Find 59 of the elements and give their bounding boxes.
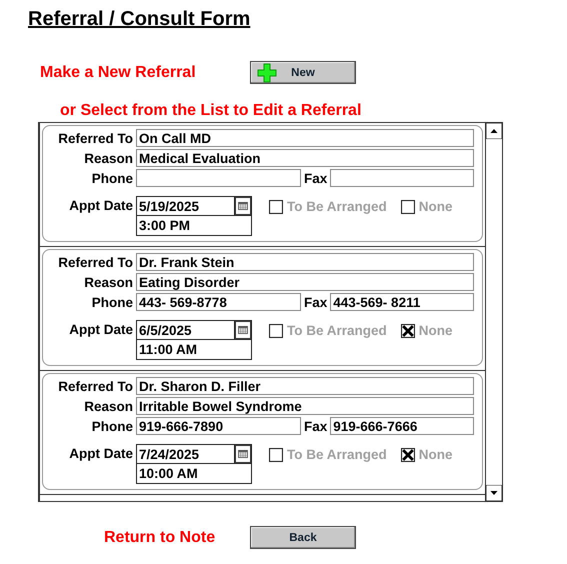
calendar-icon[interactable] (234, 196, 252, 216)
checkbox[interactable] (269, 324, 283, 338)
input-field[interactable]: Irritable Bowel Syndrome (136, 397, 474, 415)
field-label: Appt Date (68, 197, 133, 213)
checkbox-label: None (418, 199, 453, 214)
input-field[interactable]: Medical Evaluation (136, 149, 474, 167)
input-field[interactable]: 443-569- 8211 (330, 293, 474, 311)
input-field[interactable]: On Call MD (136, 129, 474, 147)
checkbox[interactable] (400, 200, 415, 214)
field-label: Referred To (57, 378, 133, 394)
field-label: Reason (83, 398, 133, 414)
field-label: Referred To (57, 130, 133, 146)
field-label: Fax (304, 294, 328, 310)
input-field[interactable]: Dr. Frank Stein (136, 253, 474, 271)
checkbox-label: To Be Arranged (287, 447, 387, 462)
referral-list[interactable] (38, 122, 503, 502)
input-field[interactable]: Eating Disorder (136, 273, 474, 291)
date-field[interactable]: 5/19/2025 (136, 196, 234, 216)
calendar-icon[interactable] (234, 444, 252, 464)
plus-icon (257, 63, 277, 83)
field-label: Phone (90, 418, 133, 434)
scroll-up-icon[interactable] (486, 123, 502, 139)
date-field[interactable]: 7/24/2025 (136, 444, 234, 464)
input-field[interactable]: 919-666-7666 (330, 417, 474, 435)
time-field[interactable]: 10:00 AM (136, 464, 252, 484)
field-label: Reason (83, 150, 133, 166)
field-label: Appt Date (68, 445, 133, 461)
input-field[interactable]: 443- 569-8778 (136, 293, 301, 311)
checkbox[interactable] (400, 448, 415, 462)
field-label: Appt Date (68, 321, 133, 337)
checkbox[interactable] (269, 448, 283, 462)
checkbox-label: None (418, 447, 453, 462)
field-label: Reason (83, 274, 133, 290)
date-field[interactable]: 6/5/2025 (136, 320, 234, 340)
input-field[interactable] (136, 169, 301, 187)
checkbox-label: None (418, 323, 453, 338)
time-field[interactable]: 3:00 PM (136, 216, 252, 236)
field-label: Fax (304, 418, 328, 434)
scroll-down-icon[interactable] (486, 485, 502, 501)
field-label: Referred To (57, 254, 133, 270)
field-label: Phone (90, 294, 133, 310)
checkbox-label: To Be Arranged (287, 199, 387, 214)
checkbox[interactable] (400, 324, 415, 338)
input-field[interactable]: Dr. Sharon D. Filler (136, 377, 474, 395)
prompt-text: or Select from the List to Edit a Referral (60, 102, 362, 120)
prompt-text: Return to Note (104, 528, 216, 546)
input-field[interactable]: 919-666-7890 (136, 417, 301, 435)
field-label: Phone (90, 170, 133, 186)
calendar-icon[interactable] (234, 320, 252, 340)
field-label: Fax (304, 170, 328, 186)
new-button[interactable]: New (250, 61, 356, 84)
back-button[interactable]: Back (250, 526, 356, 549)
input-field[interactable] (330, 169, 474, 187)
scrollbar[interactable] (485, 123, 502, 501)
checkbox-label: To Be Arranged (287, 323, 387, 338)
checkbox[interactable] (269, 200, 283, 214)
time-field[interactable]: 11:00 AM (136, 340, 252, 360)
prompt-text: Make a New Referral (40, 64, 197, 82)
form-title: Referral / Consult Form (28, 8, 250, 31)
